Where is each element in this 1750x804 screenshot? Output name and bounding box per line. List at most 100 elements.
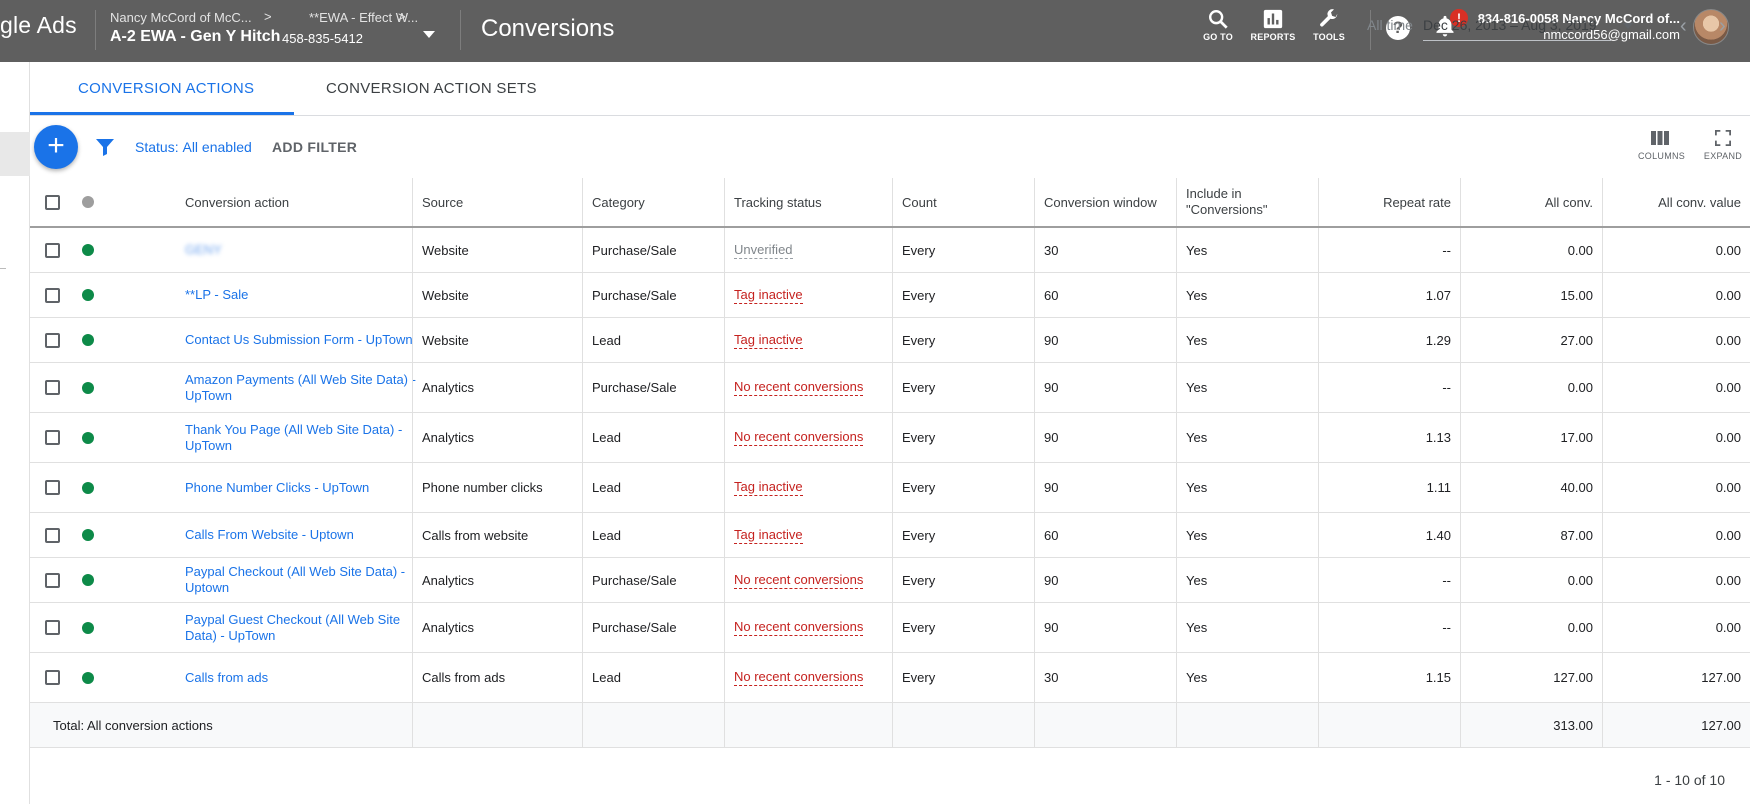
add-conversion-button[interactable]: +	[34, 125, 78, 169]
include-value: Yes	[1186, 572, 1208, 588]
repeat-value: 1.15	[1425, 670, 1451, 685]
enabled-status-icon[interactable]	[82, 671, 94, 684]
tracking-status[interactable]: No recent conversions	[734, 572, 864, 589]
column-header-label: Conversion window	[1044, 194, 1157, 210]
tracking-status[interactable]: No recent conversions	[734, 669, 864, 686]
column-header-label: Source	[422, 194, 464, 210]
conversion-action-link[interactable]: Paypal Checkout (All Web Site Data) - Up…	[185, 564, 433, 596]
enabled-status-icon[interactable]	[82, 289, 94, 301]
enabled-status-icon[interactable]	[82, 481, 94, 494]
conversion-action-link[interactable]: **LP - Sale	[185, 287, 248, 303]
enabled-status-icon[interactable]	[82, 529, 94, 541]
value-value: 0.00	[1715, 620, 1741, 635]
add-filter-button[interactable]: ADD FILTER	[272, 139, 357, 155]
column-header-repeat-rate[interactable]: Repeat rate	[1318, 178, 1460, 226]
column-header-all-conv-value[interactable]: All conv. value	[1602, 178, 1750, 226]
conversion-action-link[interactable]: GENY	[185, 242, 222, 258]
tracking-status-cell: No recent conversions	[724, 558, 892, 602]
tracking-status[interactable]: Tag inactive	[734, 527, 803, 544]
include-value: Yes	[1186, 332, 1208, 348]
row-checkbox[interactable]	[44, 670, 60, 685]
breadcrumb-manager[interactable]: Nancy McCord of McC...	[110, 10, 252, 25]
row-checkbox[interactable]	[44, 620, 60, 635]
value-value: 0.00	[1715, 287, 1741, 303]
row-checkbox-cell	[30, 228, 74, 272]
previous-period-icon[interactable]: ‹	[1680, 15, 1687, 38]
tracking-status[interactable]: No recent conversions	[734, 429, 864, 446]
row-checkbox[interactable]	[44, 430, 60, 445]
tab-conversion-action-sets[interactable]: CONVERSION ACTION SETS	[326, 80, 537, 97]
column-header-include-in-conversions[interactable]: Include in "Conversions"	[1176, 178, 1318, 226]
status-filter-value: All enabled	[182, 139, 252, 155]
repeat-value: 1.11	[1426, 480, 1451, 495]
row-checkbox[interactable]	[44, 242, 60, 258]
expand-button[interactable]: EXPAND	[1703, 130, 1743, 161]
account-switcher[interactable]: A-2 EWA - Gen Y Hitch 458-835-5412	[110, 28, 363, 46]
repeat-cell: --	[1318, 558, 1460, 602]
source-value: Website	[422, 242, 469, 258]
all-conv-value: 87.00	[1560, 527, 1593, 543]
row-checkbox[interactable]	[44, 480, 60, 495]
tab-conversion-actions[interactable]: CONVERSION ACTIONS	[78, 80, 254, 97]
next-period-icon[interactable]: ›	[1719, 15, 1726, 38]
table-row: Paypal Guest Checkout (All Web Site Data…	[30, 603, 1750, 653]
account-dropdown-icon[interactable]	[423, 31, 435, 38]
select-all-checkbox[interactable]	[44, 194, 60, 210]
goto-button[interactable]: GO TO	[1188, 8, 1248, 42]
total-label: Total: All conversion actions	[53, 717, 213, 733]
column-header-conversion-window[interactable]: Conversion window	[1034, 178, 1176, 226]
conversion-action-link[interactable]: Phone Number Clicks - UpTown	[185, 480, 369, 496]
tracking-status[interactable]: Tag inactive	[734, 479, 803, 496]
category-value: Lead	[592, 332, 621, 348]
left-nav-selected-item[interactable]	[0, 132, 30, 176]
include-cell: Yes	[1176, 273, 1318, 317]
column-header-category[interactable]: Category	[582, 178, 724, 226]
conversion-action-link[interactable]: Thank You Page (All Web Site Data) - UpT…	[185, 422, 433, 454]
window-value: 30	[1044, 242, 1059, 258]
status-filter-chip[interactable]: Status: All enabled	[135, 139, 252, 155]
all-conv-value: 0.00	[1567, 380, 1593, 395]
conversion-action-link[interactable]: Calls From Website - Uptown	[185, 527, 354, 543]
enabled-status-icon[interactable]	[82, 334, 94, 346]
source-cell: Phone number clicks	[412, 463, 582, 512]
column-header-source[interactable]: Source	[412, 178, 582, 226]
date-range-dropdown-icon[interactable]	[1623, 23, 1633, 29]
google-ads-logo[interactable]: gle Ads	[0, 12, 77, 39]
tracking-status[interactable]: Tag inactive	[734, 287, 803, 304]
table-row: GENY Website Purchase/Sale Unverified Every 3…	[30, 228, 1750, 273]
conversion-action-link[interactable]: Amazon Payments (All Web Site Data) - Up…	[185, 372, 433, 404]
reports-button[interactable]: REPORTS	[1243, 8, 1303, 42]
tracking-status[interactable]: Tag inactive	[734, 332, 803, 349]
row-checkbox[interactable]	[44, 332, 60, 348]
columns-button[interactable]: COLUMNS	[1638, 130, 1685, 161]
conversion-action-link[interactable]: Contact Us Submission Form - UpTown	[185, 332, 413, 348]
conversion-action-cell: Calls From Website - Uptown	[176, 513, 442, 557]
column-header-count[interactable]: Count	[892, 178, 1034, 226]
column-header-all-conv[interactable]: All conv.	[1460, 178, 1602, 226]
tools-label: TOOLS	[1313, 32, 1345, 42]
account-name: A-2 EWA - Gen Y Hitch	[110, 28, 281, 45]
enabled-status-icon[interactable]	[82, 574, 94, 586]
row-status-cell	[74, 273, 116, 317]
column-header-tracking-status[interactable]: Tracking status	[724, 178, 892, 226]
tracking-status[interactable]: No recent conversions	[734, 619, 864, 636]
row-checkbox[interactable]	[44, 572, 60, 588]
enabled-status-icon[interactable]	[82, 621, 94, 634]
tracking-status[interactable]: No recent conversions	[734, 379, 864, 396]
date-range-picker[interactable]: Dec 26, 2013 – Aug 3, 2019	[1423, 17, 1597, 33]
total-all-conv-value: 127.00	[1701, 717, 1741, 733]
row-checkbox[interactable]	[44, 287, 60, 303]
enabled-status-icon[interactable]	[82, 381, 94, 394]
enabled-status-icon[interactable]	[82, 431, 94, 444]
tracking-status[interactable]: Unverified	[734, 242, 793, 259]
row-checkbox[interactable]	[44, 527, 60, 543]
filter-icon[interactable]	[95, 138, 115, 156]
column-header-conversion-action[interactable]: Conversion action	[176, 178, 442, 226]
conversion-action-link[interactable]: Paypal Guest Checkout (All Web Site Data…	[185, 612, 433, 644]
row-status-cell	[74, 363, 116, 412]
status-header-icon[interactable]	[82, 196, 94, 208]
tools-button[interactable]: TOOLS	[1299, 8, 1359, 42]
enabled-status-icon[interactable]	[82, 244, 94, 256]
conversion-action-link[interactable]: Calls from ads	[185, 670, 268, 686]
row-checkbox[interactable]	[44, 380, 60, 395]
